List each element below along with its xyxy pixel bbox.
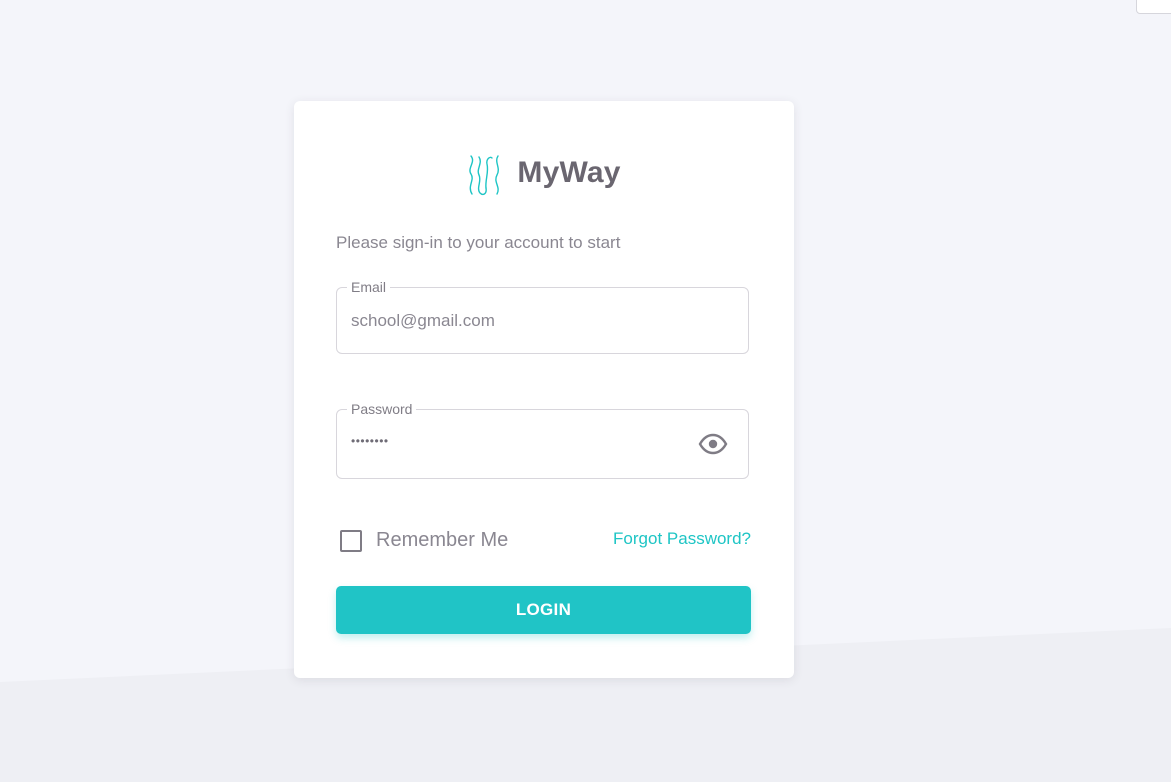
email-input[interactable]: [351, 288, 691, 353]
forgot-password-link[interactable]: Forgot Password?: [613, 529, 751, 549]
myway-logo-icon: [469, 155, 500, 196]
login-card: MyWay Please sign-in to your account to …: [294, 101, 794, 678]
signin-subtitle: Please sign-in to your account to start: [336, 233, 621, 252]
login-page: MyWay Please sign-in to your account to …: [0, 0, 1171, 782]
password-input[interactable]: ••••••••: [351, 434, 389, 448]
remember-me-control[interactable]: Remember Me: [340, 529, 508, 552]
password-label: Password: [347, 401, 417, 417]
login-button[interactable]: LOGIN: [336, 586, 751, 634]
top-right-control[interactable]: [1136, 0, 1171, 14]
brand-header: MyWay: [294, 153, 794, 197]
brand-name: MyWay: [517, 156, 621, 189]
remember-me-checkbox[interactable]: [340, 529, 362, 552]
email-field[interactable]: Email: [336, 279, 749, 354]
remember-me-label: Remember Me: [376, 529, 509, 551]
eye-icon[interactable]: [698, 432, 728, 456]
password-field[interactable]: Password ••••••••: [336, 401, 749, 479]
